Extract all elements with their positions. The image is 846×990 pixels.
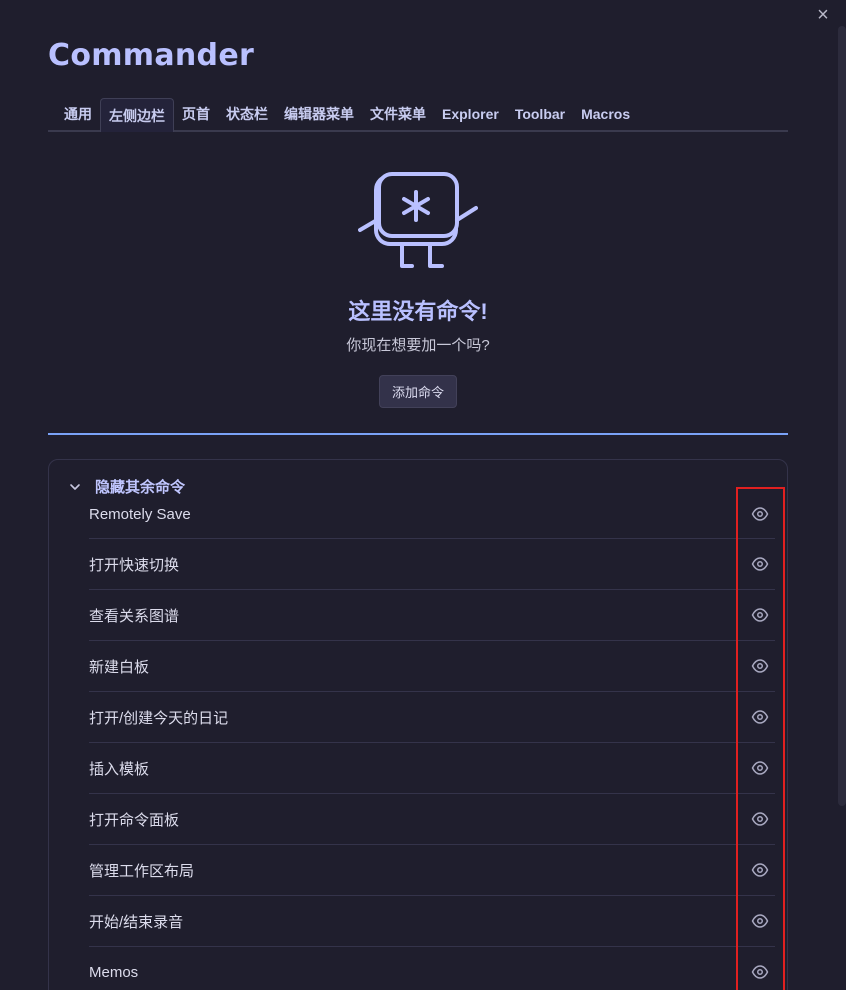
tab-8[interactable]: Macros [573,98,638,130]
tab-1[interactable]: 左侧边栏 [100,98,174,132]
command-label: Remotely Save [89,505,191,523]
toggle-visibility-button[interactable] [748,705,772,729]
command-label: 查看关系图谱 [89,607,180,625]
commander-settings-modal: × Commander 通用 左侧边栏 页首 状态栏 编辑器菜单 文件菜单 Explorer… [0,0,846,990]
eye-icon [751,863,769,877]
list-item: 打开命令面板 [89,794,775,845]
eye-icon [751,965,769,979]
page-title: Commander [48,38,255,73]
eye-icon [751,608,769,622]
tab-3[interactable]: 状态栏 [218,98,276,130]
list-item: 开始/结束录音 [89,896,775,947]
command-label: 管理工作区布局 [89,862,195,880]
eye-icon [751,710,769,724]
command-label: 新建白板 [89,658,150,676]
settings-tabs: 通用 左侧边栏 页首 状态栏 编辑器菜单 文件菜单 Explorer Toolbar Macro… [48,96,788,132]
chevron-down-icon [70,483,80,490]
empty-state: 这里没有命令! 你现在想要加一个吗? 添加命令 [48,168,788,408]
tab-5[interactable]: 文件菜单 [362,98,434,130]
eye-icon [751,761,769,775]
toggle-visibility-button[interactable] [748,960,772,984]
eye-icon [751,914,769,928]
command-label: 打开命令面板 [89,811,180,829]
toggle-visibility-button[interactable] [748,502,772,526]
asterisk-robot-icon [358,172,478,268]
toggle-visibility-button[interactable] [748,858,772,882]
command-label: 打开/创建今天的日记 [89,709,229,727]
add-command-button[interactable]: 添加命令 [378,375,457,408]
eye-icon [751,557,769,571]
list-item: 查看关系图谱 [89,590,775,641]
list-item: 新建白板 [89,641,775,692]
tab-7[interactable]: Toolbar [507,98,573,130]
command-label: 开始/结束录音 [89,913,184,931]
list-item: 插入模板 [89,743,775,794]
section-divider [48,433,788,435]
toggle-visibility-button[interactable] [748,552,772,576]
list-item: 管理工作区布局 [89,845,775,896]
scrollbar[interactable] [838,26,846,806]
command-label: 打开快速切换 [89,556,180,574]
eye-icon [751,507,769,521]
toggle-visibility-button[interactable] [748,654,772,678]
close-button[interactable]: × [812,4,834,26]
eye-icon [751,659,769,673]
tab-0[interactable]: 通用 [48,98,100,130]
toggle-visibility-button[interactable] [748,909,772,933]
hidden-commands-panel: 隐藏其余命令 Remotely Save 打开快速切换 查看关系图谱 新建白板 打开/创… [48,459,788,990]
list-item: Memos [89,947,775,990]
toggle-visibility-button[interactable] [748,603,772,627]
close-icon: × [817,4,829,26]
toggle-visibility-button[interactable] [748,807,772,831]
tab-6[interactable]: Explorer [434,98,507,130]
list-item: Remotely Save [89,490,775,539]
tab-2[interactable]: 页首 [174,98,218,130]
toggle-visibility-button[interactable] [748,756,772,780]
empty-state-subtitle: 你现在想要加一个吗? [346,337,490,354]
command-label: Memos [89,963,139,981]
list-item: 打开快速切换 [89,539,775,590]
list-item: 打开/创建今天的日记 [89,692,775,743]
tab-4[interactable]: 编辑器菜单 [276,98,362,130]
empty-state-title: 这里没有命令! [348,299,488,324]
hidden-command-list: Remotely Save 打开快速切换 查看关系图谱 新建白板打开/创建今天的日记插… [89,490,775,990]
eye-icon [751,812,769,826]
command-label: 插入模板 [89,760,150,778]
